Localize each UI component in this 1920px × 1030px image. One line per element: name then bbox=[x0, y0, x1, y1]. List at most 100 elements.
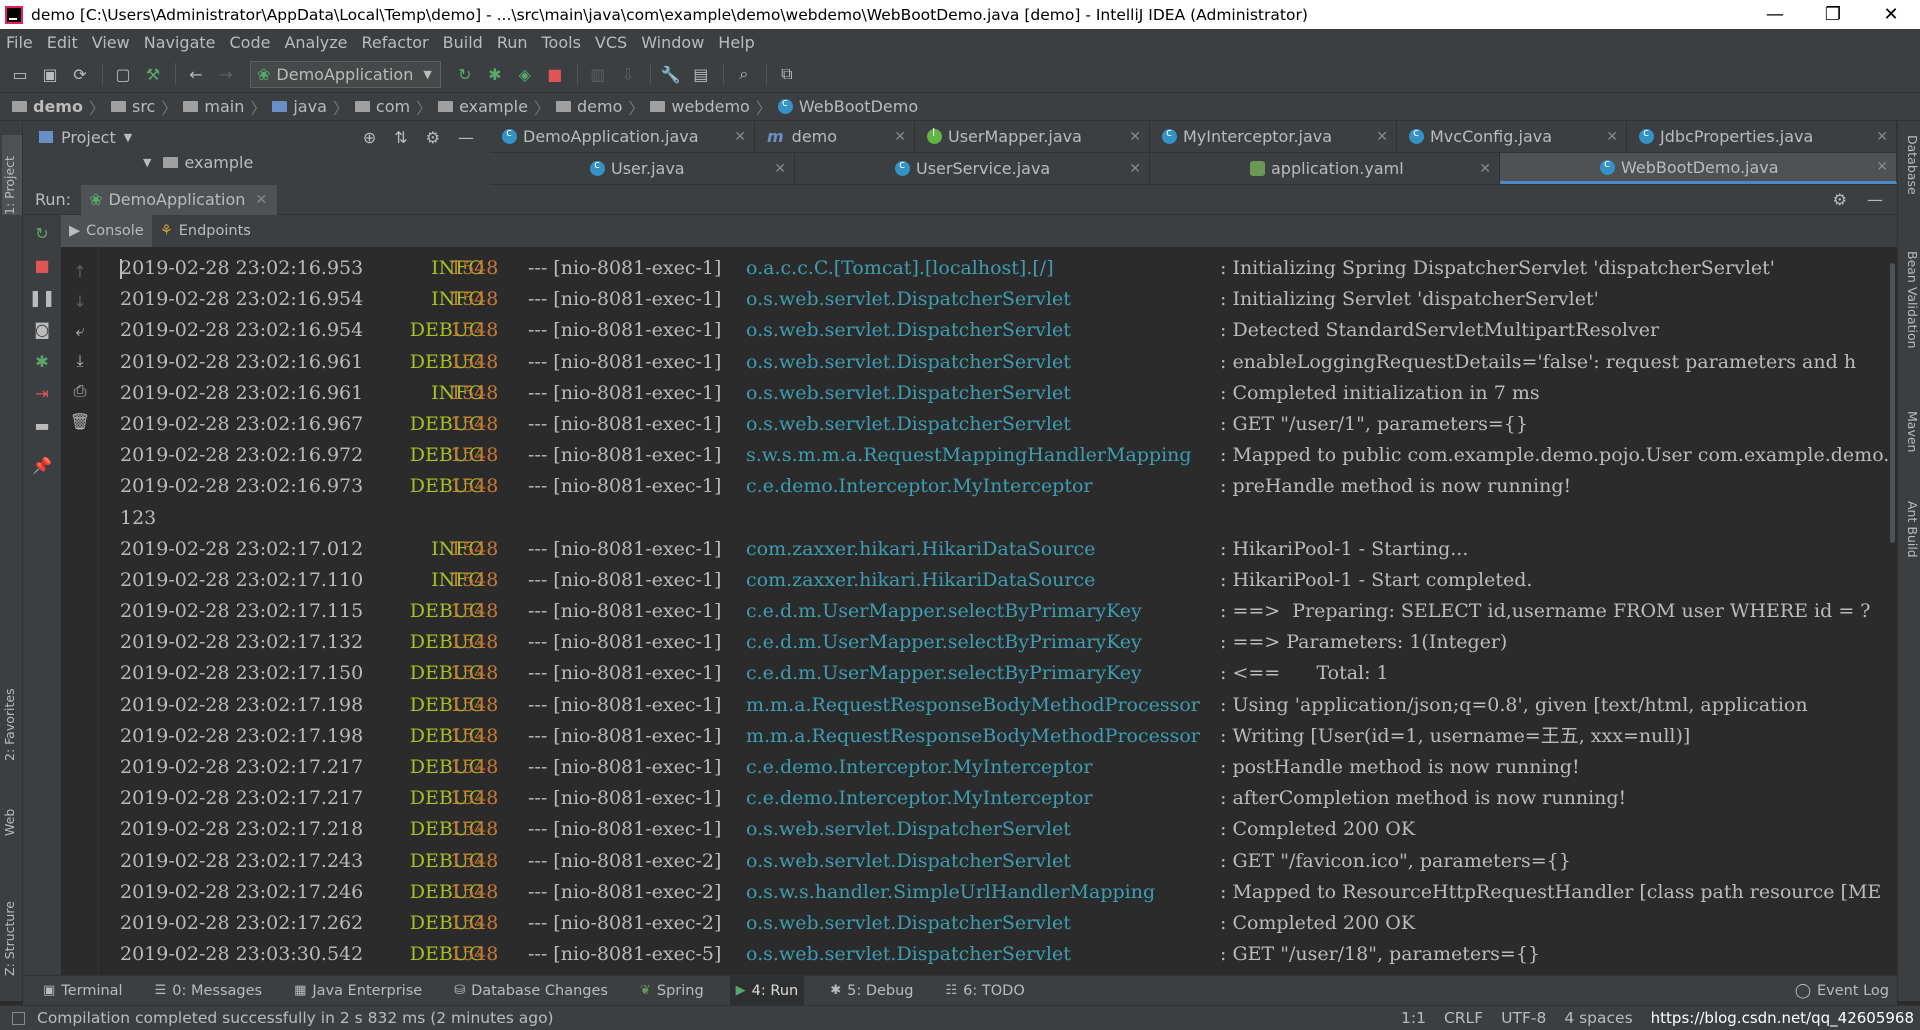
file-encoding[interactable]: UTF-8 bbox=[1501, 1009, 1546, 1027]
menu-analyze[interactable]: Analyze bbox=[284, 33, 347, 52]
gear-icon[interactable]: ⚙ bbox=[426, 128, 440, 147]
close-icon[interactable]: ✕ bbox=[1876, 159, 1888, 175]
stop-icon[interactable]: ■ bbox=[545, 64, 565, 84]
menu-code[interactable]: Code bbox=[230, 33, 271, 52]
close-button[interactable]: ✕ bbox=[1862, 0, 1920, 29]
project-view-select[interactable]: Project bbox=[61, 128, 116, 147]
close-icon[interactable]: ✕ bbox=[1876, 129, 1888, 145]
tool-tab-todo[interactable]: ☷ 6: TODO bbox=[940, 976, 1031, 1006]
chevron-down-icon[interactable]: ▼ bbox=[124, 131, 132, 144]
breadcrumb-item-java[interactable]: java 〉 bbox=[272, 95, 349, 119]
vcs-update-icon[interactable]: ▥ bbox=[588, 64, 608, 84]
close-icon[interactable]: ✕ bbox=[1606, 129, 1618, 145]
close-icon[interactable]: ✕ bbox=[774, 161, 786, 177]
caret-position[interactable]: 1:1 bbox=[1401, 1009, 1426, 1027]
tool-tab-spring[interactable]: ❦ Spring bbox=[634, 976, 710, 1006]
pin-icon[interactable]: 📌 bbox=[32, 455, 52, 475]
menu-refactor[interactable]: Refactor bbox=[362, 33, 429, 52]
tab-usermapper[interactable]: UserMapper.java ✕ bbox=[915, 121, 1150, 152]
down-arrow-icon[interactable]: ↓ bbox=[70, 291, 90, 311]
locate-target-icon[interactable]: ⊕ bbox=[363, 128, 376, 147]
run-tab-demoapplication[interactable]: ❀ DemoApplication ✕ bbox=[81, 184, 278, 215]
tool-tab-database[interactable]: Database bbox=[1900, 135, 1920, 215]
tool-tab-messages[interactable]: ☰ 0: Messages bbox=[149, 976, 268, 1006]
collapse-all-icon[interactable]: ⇅ bbox=[394, 128, 407, 147]
presentation-icon[interactable]: ⧉ bbox=[777, 64, 797, 84]
save-all-icon[interactable]: ▣ bbox=[40, 64, 60, 84]
close-icon[interactable]: ✕ bbox=[734, 129, 746, 145]
breadcrumb-item-demo-package[interactable]: demo 〉 bbox=[555, 95, 644, 119]
sync-icon[interactable]: ⟳ bbox=[70, 64, 90, 84]
close-icon[interactable]: ✕ bbox=[1129, 129, 1141, 145]
tool-tab-favorites[interactable]: 2: Favorites bbox=[2, 661, 22, 761]
breadcrumb-item-example[interactable]: example 〉 bbox=[438, 95, 550, 119]
tab-user[interactable]: User.java ✕ bbox=[490, 153, 795, 184]
scrollbar-thumb[interactable] bbox=[1890, 263, 1895, 543]
run-configuration-select[interactable]: ❀ DemoApplication ▼ bbox=[250, 60, 441, 88]
soft-wrap-icon[interactable]: ⤶ bbox=[70, 321, 90, 341]
breadcrumb-item-webdemo[interactable]: webdemo 〉 bbox=[650, 95, 772, 119]
breadcrumb-item-src[interactable]: src 〉 bbox=[110, 95, 177, 119]
expand-triangle-icon[interactable]: ▼ bbox=[143, 156, 151, 169]
settings-wrench-icon[interactable]: 🔧 bbox=[661, 64, 681, 84]
build-hammer-icon[interactable]: ⚒ bbox=[143, 64, 163, 84]
breadcrumb-item-com[interactable]: com 〉 bbox=[354, 95, 432, 119]
breadcrumb-item-webbootdemo[interactable]: WebBootDemo bbox=[777, 96, 918, 116]
tab-myinterceptor[interactable]: MyInterceptor.java ✕ bbox=[1150, 121, 1397, 152]
print-icon[interactable]: ⎙ bbox=[70, 381, 90, 401]
tab-application-yaml[interactable]: application.yaml ✕ bbox=[1150, 153, 1500, 184]
tab-userservice[interactable]: UserService.java ✕ bbox=[795, 153, 1150, 184]
minimize-button[interactable]: — bbox=[1746, 0, 1804, 29]
toggle-tool-windows-icon[interactable] bbox=[12, 1011, 25, 1025]
gear-icon[interactable]: ⚙ bbox=[1833, 190, 1847, 209]
close-icon[interactable]: ✕ bbox=[1376, 129, 1388, 145]
console-scrollbar[interactable] bbox=[1888, 253, 1897, 975]
close-icon[interactable]: ✕ bbox=[1479, 161, 1491, 177]
hide-panel-icon[interactable]: — bbox=[458, 128, 474, 147]
stop-icon[interactable]: ■ bbox=[32, 255, 52, 275]
trash-clear-icon[interactable]: 🗑 bbox=[70, 411, 90, 431]
menu-view[interactable]: View bbox=[92, 33, 130, 52]
menu-help[interactable]: Help bbox=[718, 33, 754, 52]
rerun-icon[interactable]: ↻ bbox=[32, 223, 52, 243]
menu-file[interactable]: File bbox=[6, 33, 33, 52]
back-arrow-icon[interactable]: ← bbox=[186, 64, 206, 84]
tool-tab-bean-validation[interactable]: Bean Validation bbox=[1900, 251, 1920, 381]
project-structure-folder-icon[interactable]: ▤ bbox=[691, 64, 711, 84]
up-arrow-icon[interactable]: ↑ bbox=[70, 261, 90, 281]
tool-tab-structure[interactable]: Z: Structure bbox=[2, 866, 22, 976]
maximize-button[interactable]: ❐ bbox=[1804, 0, 1862, 29]
event-log-button[interactable]: ◯ Event Log bbox=[1795, 983, 1889, 999]
menu-window[interactable]: Window bbox=[641, 33, 704, 52]
tab-endpoints[interactable]: ⚘ Endpoints bbox=[152, 215, 259, 247]
console-output[interactable]: 2019-02-28 23:02:16.953 INFO 1548 --- [nio-… bbox=[100, 253, 1888, 975]
exit-icon[interactable]: ⇥ bbox=[32, 383, 52, 403]
close-icon[interactable]: ✕ bbox=[255, 192, 267, 208]
debug-bug-icon[interactable]: ✱ bbox=[32, 351, 52, 371]
tool-tab-ant-build[interactable]: Ant Build bbox=[1900, 501, 1920, 581]
tool-tab-run[interactable]: ▶ 4: Run bbox=[729, 975, 805, 1006]
menu-build[interactable]: Build bbox=[443, 33, 483, 52]
search-icon[interactable]: ⌕ bbox=[734, 64, 754, 84]
line-separator[interactable]: CRLF bbox=[1444, 1009, 1483, 1027]
tab-console[interactable]: ▶ Console bbox=[61, 215, 152, 247]
close-icon[interactable]: ✕ bbox=[1129, 161, 1141, 177]
tool-tab-database-changes[interactable]: ⛁ Database Changes bbox=[448, 976, 614, 1006]
tab-demoapplication[interactable]: DemoApplication.java ✕ bbox=[490, 121, 755, 152]
run-with-coverage-icon[interactable]: ◈ bbox=[515, 64, 535, 84]
tool-tab-terminal[interactable]: ▣ Terminal bbox=[37, 976, 129, 1006]
scroll-to-end-icon[interactable]: ⤓ bbox=[70, 351, 90, 371]
menu-vcs[interactable]: VCS bbox=[595, 33, 627, 52]
tool-tab-project[interactable]: 1: Project bbox=[2, 135, 22, 215]
tool-tab-debug[interactable]: ✱ 5: Debug bbox=[824, 976, 919, 1006]
tab-demo[interactable]: m demo ✕ bbox=[755, 121, 915, 152]
tool-tab-maven[interactable]: Maven bbox=[1900, 411, 1920, 471]
vcs-commit-icon[interactable]: ⇩ bbox=[618, 64, 638, 84]
menu-navigate[interactable]: Navigate bbox=[144, 33, 216, 52]
open-folder-icon[interactable]: ▭ bbox=[10, 64, 30, 84]
camera-dump-threads-icon[interactable]: ◙ bbox=[32, 319, 52, 339]
tool-tab-java-enterprise[interactable]: ▦ Java Enterprise bbox=[288, 976, 428, 1006]
tab-mvcconfig[interactable]: MvcConfig.java ✕ bbox=[1397, 121, 1627, 152]
hide-panel-icon[interactable]: — bbox=[1867, 190, 1883, 209]
tab-jdbcproperties[interactable]: JdbcProperties.java ✕ bbox=[1627, 121, 1897, 152]
